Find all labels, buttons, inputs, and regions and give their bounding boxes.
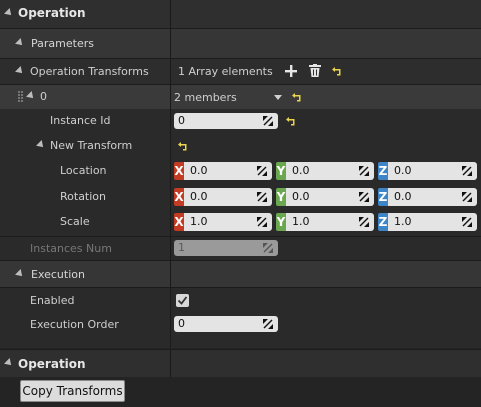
location-z-value: 0.0 [394, 164, 412, 177]
drag-arrows-icon [462, 166, 472, 176]
x-axis-label: X [174, 213, 184, 231]
section-title: Operation [18, 357, 86, 371]
instances-num-input: 1 [174, 240, 278, 256]
reset-arrow-icon[interactable] [178, 141, 188, 151]
enabled-label: Enabled [30, 294, 75, 307]
column-divider[interactable] [170, 0, 171, 348]
location-z-input[interactable]: 0.0 [388, 162, 477, 180]
scale-x-input[interactable]: 1.0 [184, 213, 272, 231]
section-operation-header[interactable]: Operation [0, 0, 481, 28]
section-title: Operation [18, 6, 86, 20]
scale-z-input[interactable]: 1.0 [388, 213, 477, 231]
y-axis-label: Y [276, 188, 286, 206]
y-axis-label: Y [276, 162, 286, 180]
collapse-triangle-icon[interactable] [15, 66, 25, 76]
rotation-z-value: 0.0 [394, 190, 412, 203]
new-transform-row: New Transform [0, 133, 481, 158]
scale-row: Scale X 1.0 Y 1.0 Z 1.0 [0, 210, 481, 236]
scale-label: Scale [60, 215, 90, 228]
x-axis-label: X [174, 162, 184, 180]
scale-z-value: 1.0 [394, 215, 412, 228]
execution-order-input[interactable]: 0 [174, 316, 278, 332]
members-text: 2 members [174, 91, 237, 104]
array-element-0-row: 0 2 members [0, 84, 481, 109]
drag-arrows-icon [257, 166, 267, 176]
rotation-row: Rotation X 0.0 Y 0.0 Z 0.0 [0, 184, 481, 210]
execution-order-value: 0 [178, 317, 185, 330]
column-divider [170, 350, 171, 378]
reset-arrow-icon[interactable] [286, 116, 296, 126]
new-transform-label: New Transform [50, 139, 133, 152]
collapse-triangle-icon [4, 358, 14, 368]
drag-arrows-icon [263, 319, 273, 329]
collapse-triangle-icon[interactable] [26, 91, 36, 101]
location-x-value: 0.0 [190, 164, 208, 177]
location-y-input[interactable]: 0.0 [286, 162, 374, 180]
drag-handle-icon[interactable] [18, 91, 24, 104]
z-axis-label: Z [378, 162, 388, 180]
drag-arrows-icon [359, 192, 369, 202]
execution-order-label: Execution Order [30, 318, 119, 331]
scale-y-value: 1.0 [292, 215, 310, 228]
plus-icon[interactable] [285, 65, 297, 77]
y-axis-label: Y [276, 213, 286, 231]
checkmark-icon [177, 296, 188, 305]
instances-num-row: Instances Num 1 [0, 236, 481, 260]
collapse-triangle-icon [15, 269, 25, 279]
collapse-triangle-icon [4, 8, 14, 18]
execution-header[interactable]: Execution [0, 260, 481, 287]
reset-arrow-icon[interactable] [292, 92, 302, 102]
enabled-checkbox[interactable] [176, 294, 189, 307]
instances-num-value: 1 [178, 241, 185, 254]
parameters-header[interactable]: Parameters [0, 28, 481, 58]
instance-id-label: Instance Id [50, 114, 111, 127]
copy-transforms-button[interactable]: Copy Transforms [20, 380, 125, 402]
reset-arrow-icon[interactable] [332, 66, 342, 76]
z-axis-label: Z [378, 213, 388, 231]
rotation-x-value: 0.0 [190, 190, 208, 203]
scale-x-value: 1.0 [190, 215, 208, 228]
operation-transforms-label: Operation Transforms [30, 65, 149, 78]
drag-arrows-icon [263, 243, 273, 253]
operation-transforms-row: Operation Transforms 1 Array elements [0, 58, 481, 84]
scale-y-input[interactable]: 1.0 [286, 213, 374, 231]
parameters-label: Parameters [31, 37, 94, 50]
rotation-label: Rotation [60, 190, 107, 203]
z-axis-label: Z [378, 188, 388, 206]
dropdown-arrow-icon[interactable] [274, 95, 282, 100]
drag-arrows-icon [257, 217, 267, 227]
collapse-triangle-icon [15, 38, 25, 48]
instance-id-value: 0 [178, 114, 185, 127]
rotation-x-input[interactable]: 0.0 [184, 188, 272, 206]
execution-order-row: Execution Order 0 [0, 312, 481, 348]
instance-id-input[interactable]: 0 [174, 113, 278, 129]
drag-arrows-icon [359, 217, 369, 227]
drag-arrows-icon [263, 116, 273, 126]
location-label: Location [60, 164, 107, 177]
instances-num-label: Instances Num [30, 242, 112, 255]
collapse-triangle-icon[interactable] [36, 140, 46, 150]
location-row: Location X 0.0 Y 0.0 Z 0.0 [0, 158, 481, 184]
location-y-value: 0.0 [292, 164, 310, 177]
button-area: Copy Transforms [0, 377, 481, 407]
drag-arrows-icon [359, 166, 369, 176]
execution-title: Execution [31, 268, 85, 281]
drag-arrows-icon [462, 192, 472, 202]
rotation-z-input[interactable]: 0.0 [388, 188, 477, 206]
section-operation-2-header[interactable]: Operation [0, 349, 481, 378]
element-index: 0 [40, 90, 47, 103]
drag-arrows-icon [257, 192, 267, 202]
array-count-text: 1 Array elements [178, 65, 273, 78]
rotation-y-value: 0.0 [292, 190, 310, 203]
location-x-input[interactable]: 0.0 [184, 162, 272, 180]
rotation-y-input[interactable]: 0.0 [286, 188, 374, 206]
instance-id-row: Instance Id 0 [0, 109, 481, 133]
drag-arrows-icon [462, 217, 472, 227]
trash-icon[interactable] [309, 64, 321, 77]
x-axis-label: X [174, 188, 184, 206]
enabled-row: Enabled [0, 287, 481, 312]
